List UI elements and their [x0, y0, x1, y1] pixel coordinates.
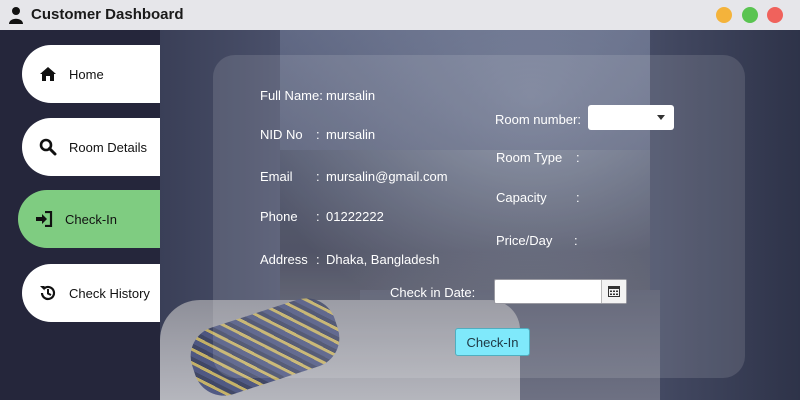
full-name-value: mursalin — [326, 88, 376, 103]
room-type-separator: : — [576, 150, 580, 165]
sidebar-item-check-in[interactable]: Check-In — [18, 190, 160, 248]
capacity-label: Capacity — [496, 190, 547, 205]
capacity-separator: : — [576, 190, 580, 205]
close-button[interactable] — [767, 7, 783, 23]
room-number-label: Room number: — [495, 112, 581, 127]
chevron-down-icon[interactable] — [657, 115, 665, 120]
check-in-date-input[interactable] — [499, 281, 607, 304]
sidebar-item-label: Check-In — [65, 211, 118, 227]
room-type-label: Room Type — [496, 150, 563, 165]
maximize-button[interactable] — [742, 7, 758, 23]
check-in-date-picker[interactable] — [494, 279, 627, 304]
minimize-button[interactable] — [716, 7, 732, 23]
phone-label: Phone — [260, 209, 298, 224]
sidebar-item-room-details[interactable]: Room Details — [22, 118, 160, 176]
phone-separator: : — [316, 209, 320, 224]
sign-in-icon — [34, 209, 54, 229]
check-in-button[interactable]: Check-In — [455, 328, 530, 356]
email-value: mursalin@gmail.com — [326, 169, 448, 184]
sidebar-item-label: Room Details — [69, 139, 148, 155]
email-label: Email — [260, 169, 293, 184]
sidebar-item-check-history[interactable]: Check History — [22, 264, 160, 322]
window-title: Customer Dashboard — [31, 6, 184, 23]
sidebar: Home Room Details Check-In Check History — [0, 30, 160, 400]
user-icon — [9, 7, 23, 24]
history-icon — [38, 283, 58, 303]
price-label: Price/Day — [496, 233, 553, 248]
home-icon — [38, 64, 58, 84]
check-in-date-label: Check in Date: — [390, 285, 476, 300]
phone-value: 01222222 — [326, 209, 384, 224]
price-separator: : — [574, 233, 578, 248]
nid-value: mursalin — [326, 127, 376, 142]
nid-separator: : — [316, 127, 320, 142]
sidebar-item-home[interactable]: Home — [22, 45, 160, 103]
address-separator: : — [316, 252, 320, 267]
nid-label: NID No — [260, 127, 303, 142]
search-icon — [38, 137, 58, 157]
title-bar: Customer Dashboard — [0, 0, 800, 30]
email-separator: : — [316, 169, 320, 184]
room-number-select[interactable] — [588, 105, 674, 130]
calendar-icon[interactable] — [601, 280, 626, 303]
sidebar-item-label: Check History — [69, 285, 150, 301]
sidebar-item-label: Home — [69, 66, 104, 82]
address-label: Address — [260, 252, 308, 267]
address-value: Dhaka, Bangladesh — [326, 252, 440, 267]
full-name-label: Full Name: — [260, 88, 323, 103]
